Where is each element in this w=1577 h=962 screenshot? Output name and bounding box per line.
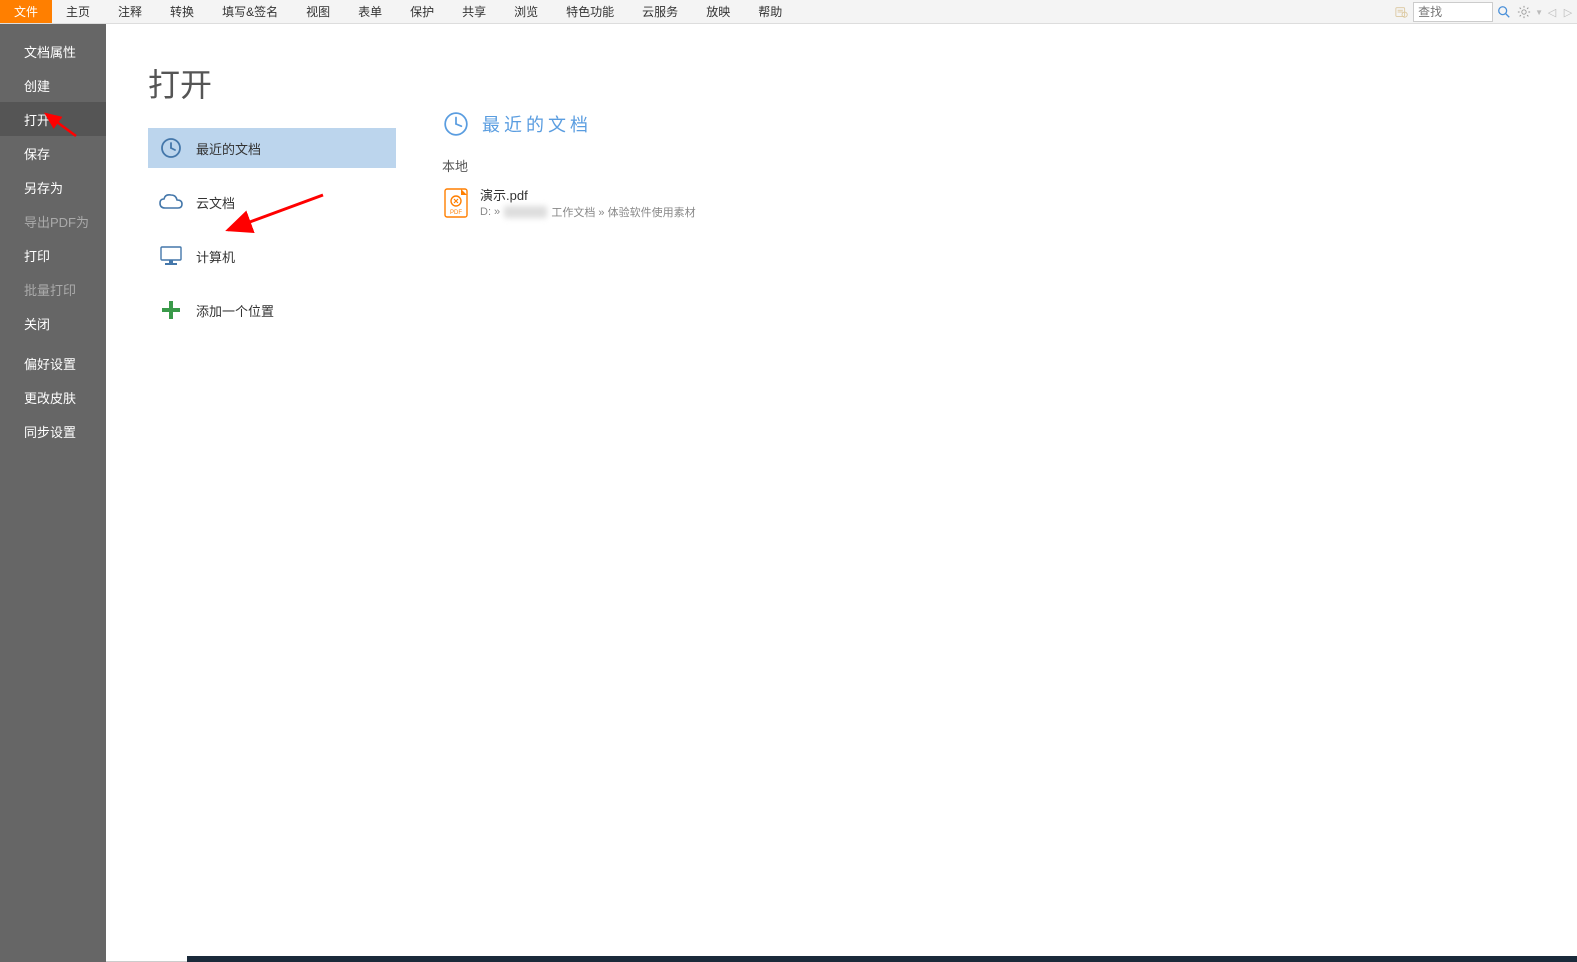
taskbar-strip bbox=[187, 956, 1577, 962]
location-add[interactable]: 添加一个位置 bbox=[148, 290, 396, 330]
nav-next-icon[interactable]: ▷ bbox=[1561, 2, 1575, 22]
clock-icon bbox=[442, 110, 470, 138]
computer-icon bbox=[158, 243, 184, 269]
location-label: 计算机 bbox=[196, 247, 235, 266]
sidebar-item-properties[interactable]: 文档属性 bbox=[0, 34, 106, 68]
content-title: 最近的文档 bbox=[482, 111, 592, 137]
location-computer[interactable]: 计算机 bbox=[148, 236, 396, 276]
sidebar-item-save[interactable]: 保存 bbox=[0, 136, 106, 170]
menu-tab-convert[interactable]: 转换 bbox=[156, 0, 208, 23]
menubar: 文件 主页 注释 转换 填写&签名 视图 表单 保护 共享 浏览 特色功能 云服… bbox=[0, 0, 1577, 24]
recent-file-item[interactable]: PDF 演示.pdf D: » ████ 工作文档 » 体验软件使用素材 bbox=[442, 183, 1557, 222]
plus-icon bbox=[158, 297, 184, 323]
cloud-icon bbox=[158, 189, 184, 215]
sidebar-item-batch-print: 批量打印 bbox=[0, 272, 106, 306]
menu-tab-protect[interactable]: 保护 bbox=[396, 0, 448, 23]
search-text-icon bbox=[1393, 3, 1411, 21]
menu-tab-browse[interactable]: 浏览 bbox=[500, 0, 552, 23]
menu-tab-cloud[interactable]: 云服务 bbox=[628, 0, 692, 23]
file-path: D: » ████ 工作文档 » 体验软件使用素材 bbox=[480, 204, 696, 220]
open-locations-panel: 打开 最近的文档 云文档 bbox=[106, 24, 406, 961]
sidebar-item-open[interactable]: 打开 bbox=[0, 102, 106, 136]
page-title: 打开 bbox=[148, 60, 406, 106]
recent-files-panel: 最近的文档 本地 PDF 演示.pdf D: » ████ 工作文档 » 体验软… bbox=[406, 24, 1577, 961]
location-label: 最近的文档 bbox=[196, 139, 261, 158]
location-recent[interactable]: 最近的文档 bbox=[148, 128, 396, 168]
settings-gear-icon[interactable] bbox=[1515, 3, 1533, 21]
clock-icon bbox=[158, 135, 184, 161]
file-name: 演示.pdf bbox=[480, 185, 696, 204]
pdf-file-icon: PDF bbox=[442, 187, 470, 219]
nav-prev-icon[interactable]: ◁ bbox=[1545, 2, 1559, 22]
sidebar-item-export-pdf: 导出PDF为 bbox=[0, 204, 106, 238]
menu-tab-share[interactable]: 共享 bbox=[448, 0, 500, 23]
menu-tab-view[interactable]: 视图 bbox=[292, 0, 344, 23]
file-sidebar: 文档属性 创建 打开 保存 另存为 导出PDF为 打印 批量打印 关闭 偏好设置… bbox=[0, 24, 106, 962]
menu-tab-help[interactable]: 帮助 bbox=[744, 0, 796, 23]
sidebar-item-skin[interactable]: 更改皮肤 bbox=[0, 380, 106, 414]
menu-tab-annotate[interactable]: 注释 bbox=[104, 0, 156, 23]
menu-tab-home[interactable]: 主页 bbox=[52, 0, 104, 23]
sidebar-item-sync[interactable]: 同步设置 bbox=[0, 414, 106, 448]
location-label: 云文档 bbox=[196, 193, 235, 212]
sidebar-item-preferences[interactable]: 偏好设置 bbox=[0, 346, 106, 380]
menu-tab-forms[interactable]: 表单 bbox=[344, 0, 396, 23]
sidebar-item-print[interactable]: 打印 bbox=[0, 238, 106, 272]
menu-tab-slideshow[interactable]: 放映 bbox=[692, 0, 744, 23]
menu-tab-file[interactable]: 文件 bbox=[0, 0, 52, 23]
sidebar-item-create[interactable]: 创建 bbox=[0, 68, 106, 102]
location-cloud[interactable]: 云文档 bbox=[148, 182, 396, 222]
sidebar-item-close[interactable]: 关闭 bbox=[0, 306, 106, 340]
menu-tab-features[interactable]: 特色功能 bbox=[552, 0, 628, 23]
sidebar-item-save-as[interactable]: 另存为 bbox=[0, 170, 106, 204]
search-input[interactable] bbox=[1413, 2, 1493, 22]
svg-text:PDF: PDF bbox=[450, 210, 462, 216]
section-local-label: 本地 bbox=[442, 156, 1557, 175]
menu-tab-fill-sign[interactable]: 填写&签名 bbox=[208, 0, 292, 23]
search-button-icon[interactable] bbox=[1495, 3, 1513, 21]
location-label: 添加一个位置 bbox=[196, 301, 274, 320]
